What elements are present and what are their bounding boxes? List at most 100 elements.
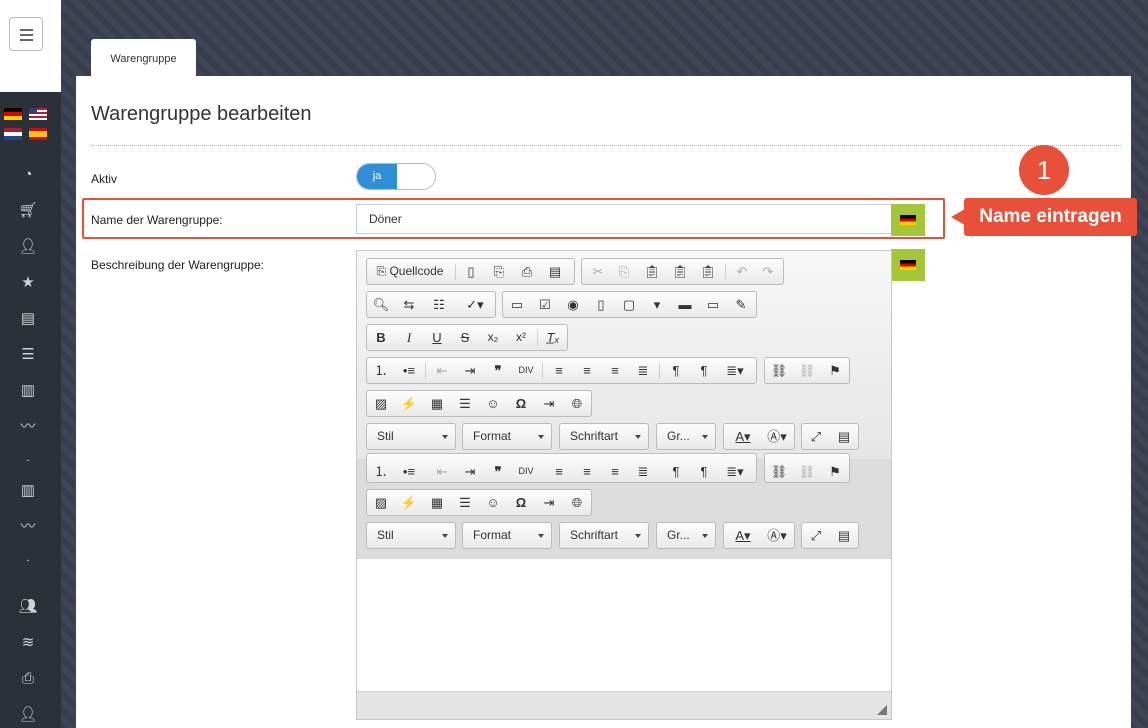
chart-icon[interactable]: 〰 xyxy=(0,415,56,439)
hidden-field-icon[interactable]: ✎ xyxy=(727,292,755,317)
cut-icon[interactable]: ✂ xyxy=(584,259,612,284)
textfield-icon[interactable]: ▯ xyxy=(587,292,615,317)
copy-icon[interactable]: ⎘ xyxy=(610,259,638,284)
star-icon[interactable]: ★ xyxy=(0,271,56,295)
print-icon[interactable]: ⎙ xyxy=(0,667,56,691)
cart-icon[interactable]: 🛒︎ xyxy=(0,199,56,223)
source-button[interactable]: ⎘ Quellcode xyxy=(367,259,453,284)
archive-icon[interactable]: ▤ xyxy=(0,307,56,331)
paste-icon[interactable]: 📋︎ xyxy=(638,259,666,284)
chart-icon[interactable]: 〰 xyxy=(0,515,56,539)
name-language-button[interactable] xyxy=(891,204,925,236)
book-icon[interactable]: ▥ xyxy=(0,379,56,403)
font-select[interactable]: Schriftart xyxy=(559,522,649,549)
flash-icon[interactable]: ⚡ xyxy=(395,490,423,515)
horizontal-rule-icon[interactable]: ☰ xyxy=(451,391,479,416)
blockquote-icon[interactable]: ❞ xyxy=(484,358,512,383)
language-icon[interactable]: ≣▾ xyxy=(718,459,752,484)
align-left-icon[interactable]: ≡ xyxy=(545,459,573,484)
iframe-icon[interactable]: 🌐︎ xyxy=(563,490,591,515)
link-icon[interactable]: ⛓ xyxy=(765,358,793,383)
font-select[interactable]: Schriftart xyxy=(559,423,649,450)
image-icon[interactable]: ▨ xyxy=(367,391,395,416)
unlink-icon[interactable]: ⛓ xyxy=(793,459,821,484)
align-right-icon[interactable]: ≡ xyxy=(601,358,629,383)
align-left-icon[interactable]: ≡ xyxy=(545,358,573,383)
outdent-icon[interactable]: ⇤ xyxy=(428,459,456,484)
add-user-icon[interactable]: 👤︎ xyxy=(0,235,56,259)
image-icon[interactable]: ▨ xyxy=(367,490,395,515)
form-icon[interactable]: ▭ xyxy=(503,292,531,317)
unlink-icon[interactable]: ⛓ xyxy=(793,358,821,383)
paste-word-icon[interactable]: 📋︎ xyxy=(694,259,722,284)
smiley-icon[interactable]: ☺ xyxy=(479,391,507,416)
textarea-icon[interactable]: ▢ xyxy=(615,292,643,317)
numbered-list-icon[interactable]: ⒈ xyxy=(367,459,395,484)
maximize-icon[interactable]: ⤢ xyxy=(802,424,830,449)
show-blocks-icon[interactable]: ▤ xyxy=(830,424,858,449)
align-center-icon[interactable]: ≡ xyxy=(573,459,601,484)
numbered-list-icon[interactable]: ⒈ xyxy=(367,358,395,383)
templates-icon[interactable]: ▤ xyxy=(541,259,569,284)
database-icon[interactable]: ≋ xyxy=(0,631,56,655)
resize-grip-icon[interactable] xyxy=(877,705,887,715)
pagebreak-icon[interactable]: ⇥ xyxy=(535,490,563,515)
bold-icon[interactable]: B xyxy=(367,325,395,350)
bg-color-icon[interactable]: Ⓐ▾ xyxy=(760,523,794,548)
checkbox-icon[interactable]: ☑ xyxy=(531,292,559,317)
user-icon[interactable]: 👤︎ xyxy=(0,703,56,727)
button-field-icon[interactable]: ▬ xyxy=(671,292,699,317)
maximize-icon[interactable]: ⤢ xyxy=(802,523,830,548)
flag-us-icon[interactable] xyxy=(29,108,47,120)
flag-es-icon[interactable] xyxy=(29,128,47,140)
image-button-icon[interactable]: ▭ xyxy=(699,292,727,317)
size-select[interactable]: Gr... xyxy=(656,423,716,450)
radio-icon[interactable]: ◉ xyxy=(559,292,587,317)
bulleted-list-icon[interactable]: •≡ xyxy=(395,358,423,383)
language-icon[interactable]: ≣▾ xyxy=(718,358,752,383)
bulleted-list-icon[interactable]: •≡ xyxy=(395,459,423,484)
preview-icon[interactable]: ⎘ xyxy=(485,259,513,284)
show-blocks-icon[interactable]: ▤ xyxy=(830,523,858,548)
name-input[interactable]: Döner xyxy=(356,204,892,234)
anchor-icon[interactable]: ⚑ xyxy=(821,358,849,383)
align-center-icon[interactable]: ≡ xyxy=(573,358,601,383)
find-icon[interactable]: 🔍︎ xyxy=(367,292,395,317)
ltr-icon[interactable]: ¶ xyxy=(662,358,690,383)
subscript-icon[interactable]: x₂ xyxy=(479,325,507,350)
italic-icon[interactable]: I xyxy=(395,325,423,350)
text-color-icon[interactable]: A▾ xyxy=(726,424,760,449)
menu-toggle-button[interactable] xyxy=(9,17,43,51)
iframe-icon[interactable]: 🌐︎ xyxy=(563,391,591,416)
anchor-icon[interactable]: ⚑ xyxy=(821,459,849,484)
dashboard-icon[interactable]: ◔ xyxy=(0,163,56,187)
new-page-icon[interactable]: ▯ xyxy=(457,259,485,284)
flag-nl-icon[interactable] xyxy=(4,128,22,140)
align-right-icon[interactable]: ≡ xyxy=(601,459,629,484)
flash-icon[interactable]: ⚡ xyxy=(395,391,423,416)
ltr-icon[interactable]: ¶ xyxy=(662,459,690,484)
style-select[interactable]: Stil xyxy=(366,423,456,450)
description-language-button[interactable] xyxy=(891,249,925,281)
indent-icon[interactable]: ⇥ xyxy=(456,358,484,383)
tab-warengruppe[interactable]: Warengruppe xyxy=(91,39,196,76)
link-icon[interactable]: ⛓ xyxy=(765,459,793,484)
justify-icon[interactable]: ≣ xyxy=(629,358,657,383)
text-color-icon[interactable]: A▾ xyxy=(726,523,760,548)
special-char-icon[interactable]: Ω xyxy=(507,391,535,416)
spellcheck-icon[interactable]: ✓▾ xyxy=(457,292,493,317)
table-icon[interactable]: ▦ xyxy=(423,490,451,515)
select-field-icon[interactable]: ▾ xyxy=(643,292,671,317)
rtl-icon[interactable]: ¶ xyxy=(690,459,718,484)
outdent-icon[interactable]: ⇤ xyxy=(428,358,456,383)
strike-icon[interactable]: S xyxy=(451,325,479,350)
horizontal-rule-icon[interactable]: ☰ xyxy=(451,490,479,515)
pagebreak-icon[interactable]: ⇥ xyxy=(535,391,563,416)
format-select[interactable]: Format xyxy=(462,522,552,549)
superscript-icon[interactable]: x² xyxy=(507,325,535,350)
div-icon[interactable]: DIV xyxy=(512,459,540,484)
flag-de-icon[interactable] xyxy=(4,108,22,120)
format-select[interactable]: Format xyxy=(462,423,552,450)
team-icon[interactable]: 👥︎ xyxy=(0,595,56,619)
blockquote-icon[interactable]: ❞ xyxy=(484,459,512,484)
